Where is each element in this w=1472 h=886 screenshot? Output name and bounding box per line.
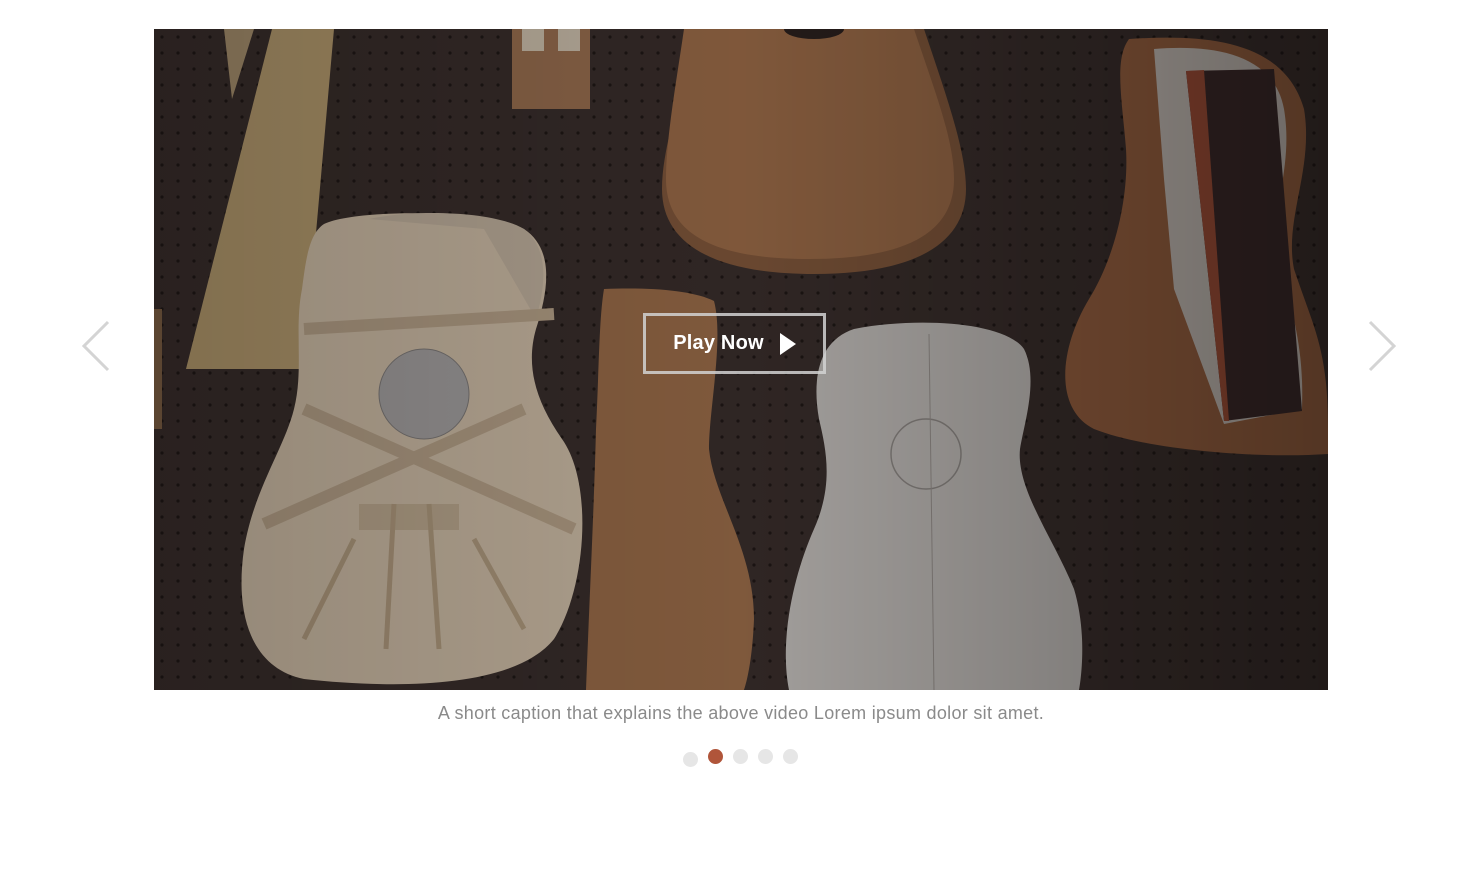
pagination-dot-4[interactable] [757,749,773,764]
pagination-dot-3[interactable] [732,749,748,764]
pagination-dot-2[interactable] [707,749,723,764]
slide-caption: A short caption that explains the above … [437,703,1045,723]
chevron-left-icon [81,320,110,372]
pagination-dot-5[interactable] [782,749,798,764]
chevron-right-icon [1368,320,1397,372]
previous-slide-button[interactable] [80,318,114,374]
play-now-label: Play Now [673,332,764,354]
next-slide-button[interactable] [1364,318,1398,374]
pagination-dot-1[interactable] [682,752,698,767]
play-icon [779,332,796,355]
play-now-button[interactable]: Play Now [643,313,826,374]
video-thumbnail[interactable]: Play Now [154,29,1328,690]
video-carousel: Play Now A short caption that explains t… [0,0,1472,886]
carousel-pagination [0,749,1472,767]
